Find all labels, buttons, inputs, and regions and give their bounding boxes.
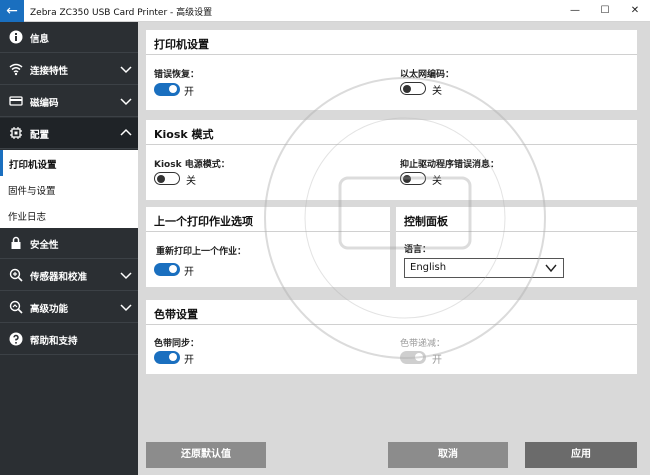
language-value: English [410,262,447,273]
printer-settings-panel: 打印机设置 错误恢复： 开 以太网编码： 关 [146,30,637,110]
sidebar-item-label: 高级功能 [30,304,69,315]
panel-header: 色带设置 [146,300,637,325]
maximize-button[interactable]: ☐ [590,0,620,22]
sidebar-subitem-printer-settings[interactable]: 打印机设置 [0,150,138,176]
ethernet-encoding-label: 以太网编码： [400,70,455,80]
last-job-panel: 上一个打印作业选项 重新打印上一个作业： 开 [146,207,390,287]
sidebar-item-magnetic[interactable]: 磁编码 [0,86,138,117]
ribbon-low-label: 色带递减： [400,339,446,349]
suppress-driver-errors-toggle[interactable] [400,172,426,185]
back-button[interactable]: ← [0,0,24,22]
sidebar-item-security[interactable]: 安全性 [0,228,138,259]
sidebar-item-help[interactable]: 帮助和支持 [0,324,138,355]
ribbon-low-toggle [400,351,426,364]
minimize-button[interactable]: — [560,0,590,22]
reprint-last-job-label: 重新打印上一个作业： [156,247,247,257]
sidebar-item-label: 配置 [30,130,50,141]
chevron-down-icon [120,66,132,74]
arrow-left-icon: ← [6,3,18,19]
sidebar-item-config[interactable]: 配置 [0,118,138,149]
panel-header: 上一个打印作业选项 [146,207,390,232]
panel-header: 控制面板 [396,207,637,232]
sidebar-item-connectivity[interactable]: 连接特性 [0,54,138,85]
sensor-icon [9,268,23,282]
sidebar-subitem-label: 固件与设置 [8,186,56,197]
kiosk-power-mode-state: 关 [186,176,196,187]
panel-title: 上一个打印作业选项 [154,215,253,228]
sidebar-subitem-job-log[interactable]: 作业日志 [0,202,138,228]
window-controls: — ☐ ✕ [560,0,650,22]
language-label: 语言： [404,245,432,255]
sidebar-item-label: 帮助和支持 [30,336,78,347]
panel-header: Kiosk 模式 [146,120,637,145]
sidebar-item-sensors[interactable]: 传感器和校准 [0,260,138,291]
main-content: 打印机设置 错误恢复： 开 以太网编码： 关 Kiosk 模式 Kiosk 电源… [138,22,650,475]
ribbon-settings-panel: 色带设置 色带同步： 开 色带递减： 开 [146,300,637,374]
error-recovery-toggle[interactable] [154,83,180,96]
ribbon-low-state: 开 [432,355,442,366]
wifi-icon [9,62,23,76]
suppress-driver-errors-state: 关 [432,176,442,187]
chevron-down-icon [120,98,132,106]
sidebar-subitem-label: 打印机设置 [9,160,57,171]
restore-defaults-button[interactable]: 还原默认值 [146,442,266,468]
chevron-up-icon [120,128,132,136]
ethernet-encoding-toggle[interactable] [400,82,426,95]
control-panel-panel: 控制面板 语言： English [396,207,637,287]
sidebar-item-label: 传感器和校准 [30,272,88,283]
window-title: Zebra ZC350 USB Card Printer - 高级设置 [30,8,213,18]
sidebar: 信息 连接特性 磁编码 配置 打印机设置 固件与设置 作业日志 安全性 传感器和… [0,22,138,475]
reprint-last-job-state: 开 [184,267,194,278]
panel-title: 控制面板 [404,215,448,228]
sidebar-item-advanced[interactable]: 高级功能 [0,292,138,323]
cancel-button[interactable]: 取消 [388,442,508,468]
language-select[interactable]: English [404,258,564,278]
chevron-down-icon [120,272,132,280]
sidebar-item-label: 连接特性 [30,66,69,77]
sidebar-item-label: 信息 [30,34,50,45]
footer-bar: 还原默认值 取消 应用 [138,437,650,475]
panel-title: 色带设置 [154,308,198,321]
ribbon-sync-toggle[interactable] [154,351,180,364]
info-icon [9,30,23,44]
chevron-down-icon [120,304,132,312]
apply-button[interactable]: 应用 [525,442,637,468]
error-recovery-state: 开 [184,87,194,98]
lock-icon [9,236,23,250]
sidebar-item-label: 磁编码 [30,98,59,109]
suppress-driver-errors-label: 抑止驱动程序错误消息： [400,160,500,170]
ribbon-sync-state: 开 [184,355,194,366]
help-icon [9,332,23,346]
panel-header: 打印机设置 [146,30,637,55]
chip-icon [9,126,23,140]
panel-title: 打印机设置 [154,38,209,51]
sidebar-subitem-label: 作业日志 [8,212,47,223]
reprint-last-job-toggle[interactable] [154,263,180,276]
ribbon-sync-label: 色带同步： [154,339,200,349]
close-button[interactable]: ✕ [620,0,650,22]
advanced-icon [9,300,23,314]
ethernet-encoding-state: 关 [432,86,442,97]
kiosk-power-mode-toggle[interactable] [154,172,180,185]
sidebar-item-label: 安全性 [30,240,59,251]
card-icon [9,94,23,108]
sidebar-item-info[interactable]: 信息 [0,22,138,53]
chevron-down-icon [545,264,557,273]
sidebar-subitem-firmware[interactable]: 固件与设置 [0,176,138,202]
kiosk-power-mode-label: Kiosk 电源模式： [154,160,230,170]
error-recovery-label: 错误恢复： [154,70,200,80]
kiosk-panel: Kiosk 模式 Kiosk 电源模式： 关 抑止驱动程序错误消息： 关 [146,120,637,200]
panel-title: Kiosk 模式 [154,128,214,141]
title-bar: ← Zebra ZC350 USB Card Printer - 高级设置 — … [0,0,650,22]
